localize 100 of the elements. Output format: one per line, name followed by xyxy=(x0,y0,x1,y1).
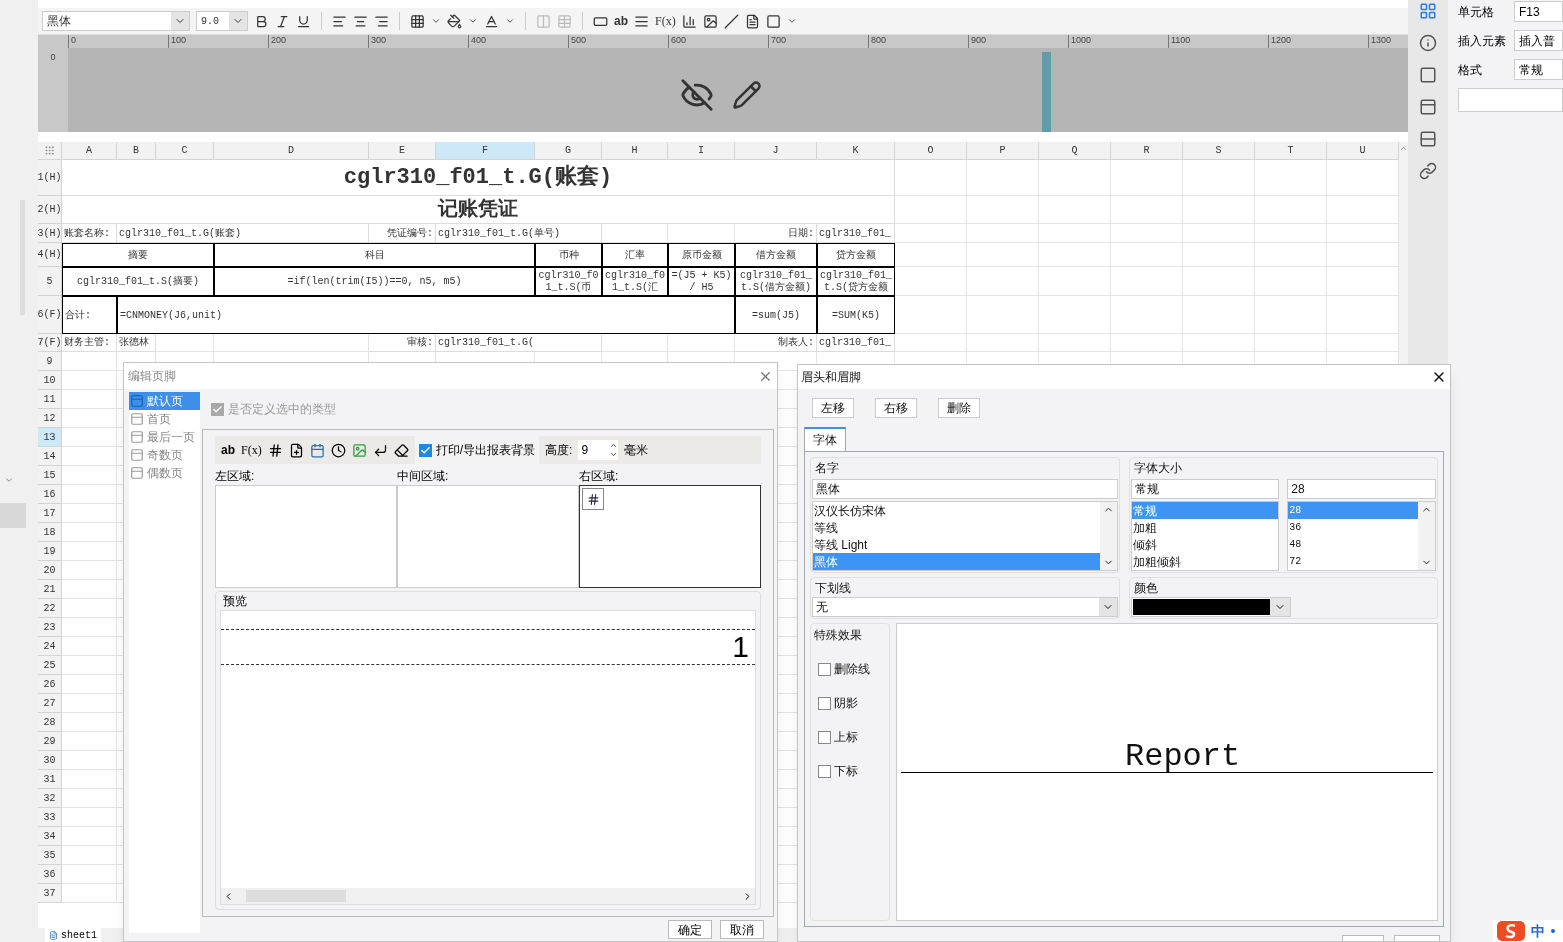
font-style-field[interactable]: 常规 xyxy=(1130,479,1280,499)
formula-tool[interactable]: F(x) xyxy=(241,441,262,459)
panel-toggle[interactable] xyxy=(0,503,26,528)
cell-info-icon[interactable] xyxy=(1419,34,1437,52)
row-header[interactable]: 15 xyxy=(38,466,62,485)
document-icon[interactable] xyxy=(744,13,760,29)
list-option[interactable]: 加粗倾斜 xyxy=(1131,553,1279,570)
tab[interactable]: 字体 xyxy=(804,427,846,451)
list-option[interactable]: 48 xyxy=(1288,536,1418,553)
row-header[interactable]: 27 xyxy=(38,694,62,713)
column-header[interactable]: C xyxy=(156,142,214,160)
font-size-field[interactable]: 28 xyxy=(1287,479,1436,499)
color-select[interactable] xyxy=(1130,597,1291,617)
bold-icon[interactable] xyxy=(254,13,269,29)
option-list[interactable]: 28 36 48 72 xyxy=(1287,501,1436,571)
input-field[interactable] xyxy=(1458,88,1563,112)
property-field[interactable]: 常规 xyxy=(1514,59,1563,80)
list-option[interactable]: 加粗 xyxy=(1131,519,1279,536)
column-header[interactable]: S xyxy=(1183,142,1255,160)
italic-icon[interactable] xyxy=(275,13,290,29)
row-header[interactable]: 11 xyxy=(38,390,62,409)
list-option[interactable]: 72 xyxy=(1288,553,1418,570)
row-header[interactable]: 19 xyxy=(38,542,62,561)
list-option[interactable]: 倾斜 xyxy=(1131,536,1279,553)
row-header[interactable]: 16 xyxy=(38,485,62,504)
row-header[interactable]: 18 xyxy=(38,523,62,542)
dialog-button[interactable]: 取消 xyxy=(720,919,764,939)
caret-icon[interactable] xyxy=(505,16,515,26)
row-header[interactable]: 6(F) xyxy=(38,296,62,334)
row-header[interactable]: 2(H) xyxy=(38,196,62,224)
row-header[interactable]: 28 xyxy=(38,713,62,732)
column-header[interactable]: P xyxy=(967,142,1039,160)
dialog-button[interactable]: 右移 xyxy=(875,398,917,418)
eye-slash-icon[interactable] xyxy=(680,78,714,112)
square-icon[interactable] xyxy=(765,13,781,29)
column-header[interactable]: J xyxy=(735,142,817,160)
page-type-item[interactable]: 偶数页 xyxy=(129,464,200,482)
ime-mode[interactable]: 中 xyxy=(1531,920,1545,942)
dropdown-box-icon[interactable] xyxy=(1419,98,1437,116)
row-header[interactable]: 13 xyxy=(38,428,62,447)
page-type-item[interactable]: 首页 xyxy=(129,410,200,428)
row-header[interactable]: 22 xyxy=(38,599,62,618)
property-field[interactable]: F13 xyxy=(1514,1,1563,22)
page-count-icon[interactable] xyxy=(288,442,304,458)
page-number-icon[interactable] xyxy=(582,488,604,510)
align-center-icon[interactable] xyxy=(353,13,368,29)
property-field[interactable]: 插入普 xyxy=(1514,30,1563,51)
list-option[interactable]: 等线 xyxy=(813,519,1100,536)
checkbox[interactable] xyxy=(818,662,831,676)
row-header[interactable]: 33 xyxy=(38,808,62,827)
row-header[interactable]: 10 xyxy=(38,371,62,390)
align-right-icon[interactable] xyxy=(374,13,389,29)
font-name-field[interactable]: 黑体 xyxy=(812,479,1118,499)
option-list[interactable]: 常规 加粗 倾斜 加粗倾斜 xyxy=(1130,501,1280,571)
row-header[interactable]: 5 xyxy=(38,267,62,296)
row-header[interactable]: 24 xyxy=(38,637,62,656)
caret-icon[interactable] xyxy=(468,16,478,26)
row-header[interactable]: 21 xyxy=(38,580,62,599)
grid-icon[interactable] xyxy=(1419,2,1437,20)
caret-icon[interactable] xyxy=(431,16,441,26)
page-type-item[interactable]: 最后一页 xyxy=(129,428,200,446)
column-header[interactable]: Q xyxy=(1039,142,1111,160)
spin-up-icon[interactable] xyxy=(609,441,619,450)
sheet-tab[interactable]: sheet1 xyxy=(45,928,101,942)
column-header[interactable]: B xyxy=(117,142,156,160)
option-list[interactable]: 汉仪长仿宋体 等线 等线 Light 黑体 xyxy=(812,501,1118,571)
checkbox[interactable] xyxy=(418,443,432,457)
checkbox[interactable] xyxy=(818,696,831,710)
dialog-button[interactable]: 左移 xyxy=(812,398,854,418)
list-option[interactable]: 36 xyxy=(1288,519,1418,536)
font-color-icon[interactable] xyxy=(484,13,499,29)
align-left-icon[interactable] xyxy=(332,13,347,29)
clock-icon[interactable] xyxy=(330,442,346,458)
scroll-up-icon[interactable] xyxy=(1399,144,1408,153)
underline-select[interactable]: 无 xyxy=(812,597,1118,617)
row-header[interactable]: 26 xyxy=(38,675,62,694)
column-header[interactable]: I xyxy=(668,142,735,160)
height-field[interactable]: 9 xyxy=(578,440,619,460)
line-break-icon[interactable] xyxy=(372,442,388,458)
row-header[interactable]: 14 xyxy=(38,447,62,466)
row-header[interactable]: 7(F) xyxy=(38,334,62,352)
row-header[interactable]: 29 xyxy=(38,732,62,751)
column-header[interactable]: T xyxy=(1255,142,1327,160)
row-header[interactable]: 1(H) xyxy=(38,160,62,196)
bar-chart-icon[interactable] xyxy=(681,13,697,29)
lines-icon[interactable] xyxy=(634,13,649,29)
column-header[interactable]: H xyxy=(602,142,668,160)
formula-tool[interactable]: F(x) xyxy=(655,12,676,30)
merge-cells-icon[interactable] xyxy=(536,13,551,29)
caret-icon[interactable] xyxy=(786,16,797,26)
row-header[interactable]: 32 xyxy=(38,789,62,808)
text-tool[interactable]: ab xyxy=(221,441,235,459)
checkbox[interactable] xyxy=(818,730,831,744)
row-header[interactable]: 20 xyxy=(38,561,62,580)
dialog-button[interactable]: 确定 xyxy=(668,919,712,939)
column-header[interactable]: K xyxy=(817,142,895,160)
page-number-icon[interactable] xyxy=(267,442,283,458)
row-header[interactable]: 37 xyxy=(38,884,62,903)
row-header[interactable]: 31 xyxy=(38,770,62,789)
column-header[interactable]: F xyxy=(436,142,535,160)
